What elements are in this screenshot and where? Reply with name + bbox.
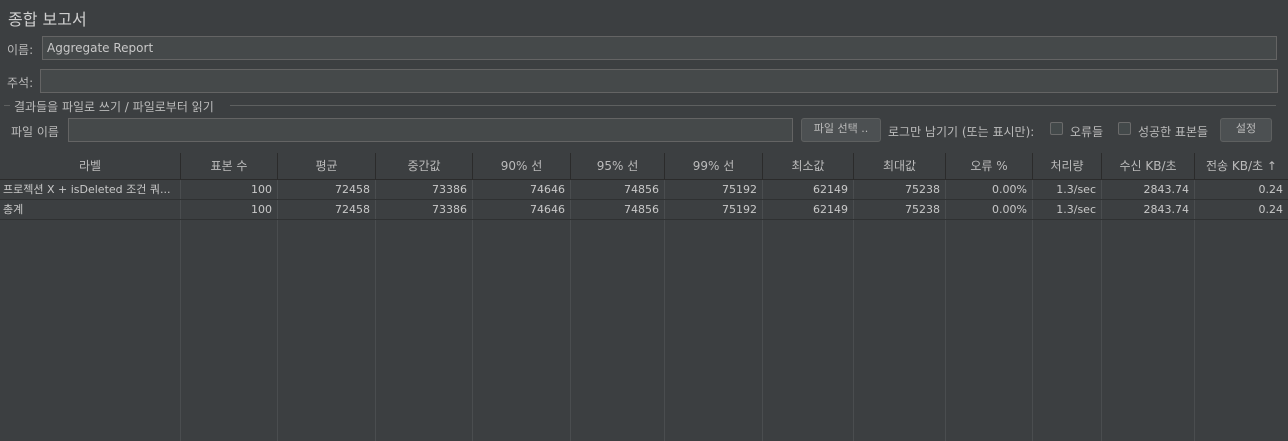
cell-average: 72458 [335, 183, 370, 196]
comment-label: 주석: [7, 76, 34, 90]
file-name-label: 파일 이름 [11, 125, 59, 139]
successes-checkbox[interactable] [1118, 122, 1131, 135]
col-header-99-line[interactable]: 99% 선 [665, 153, 763, 179]
name-label: 이름: [7, 43, 34, 57]
cell-throughput: 1.3/sec [1056, 183, 1096, 196]
cell-99-line: 75192 [722, 183, 757, 196]
cell-95-line: 74856 [624, 203, 659, 216]
col-header-error-pct[interactable]: 오류 % [946, 153, 1033, 179]
cell-label: 총계 [3, 203, 24, 216]
browse-button[interactable]: 파일 선택 .. [801, 118, 881, 142]
aggregate-table: 라벨 표본 수 평균 중간값 90% 선 95% 선 99% 선 최소값 최대값… [0, 153, 1288, 441]
col-header-max[interactable]: 최대값 [854, 153, 946, 179]
col-header-90-line[interactable]: 90% 선 [473, 153, 571, 179]
col-header-received-kb[interactable]: 수신 KB/초 [1102, 153, 1195, 179]
table-row[interactable]: 프로젝션 X + isDeleted 조건 쿼... 100 72458 733… [0, 180, 1288, 200]
table-row-total[interactable]: 총계 100 72458 73386 74646 74856 75192 621… [0, 200, 1288, 220]
cell-90-line: 74646 [530, 183, 565, 196]
name-field[interactable]: Aggregate Report [42, 36, 1277, 60]
col-header-min[interactable]: 최소값 [763, 153, 854, 179]
col-header-sent-kb[interactable]: 전송 KB/초 ↑ [1195, 153, 1288, 179]
col-header-95-line[interactable]: 95% 선 [571, 153, 665, 179]
cell-error-pct: 0.00% [992, 183, 1027, 196]
cell-min: 62149 [813, 183, 848, 196]
cell-min: 62149 [813, 203, 848, 216]
cell-error-pct: 0.00% [992, 203, 1027, 216]
cell-sent-kb: 0.24 [1258, 203, 1284, 216]
cell-samples: 100 [251, 203, 272, 216]
cell-throughput: 1.3/sec [1056, 203, 1096, 216]
table-header: 라벨 표본 수 평균 중간값 90% 선 95% 선 99% 선 최소값 최대값… [0, 153, 1288, 180]
cell-max: 75238 [905, 183, 940, 196]
col-header-samples[interactable]: 표본 수 [181, 153, 278, 179]
col-header-throughput[interactable]: 처리량 [1033, 153, 1102, 179]
cell-received-kb: 2843.74 [1143, 183, 1190, 196]
cell-sent-kb: 0.24 [1258, 183, 1284, 196]
cell-99-line: 75192 [722, 203, 757, 216]
errors-label: 오류들 [1070, 125, 1104, 139]
cell-label: 프로젝션 X + isDeleted 조건 쿼... [3, 183, 171, 196]
cell-received-kb: 2843.74 [1143, 203, 1190, 216]
cell-max: 75238 [905, 203, 940, 216]
cell-median: 73386 [432, 183, 467, 196]
group-border-left [4, 105, 10, 106]
col-header-average[interactable]: 평균 [278, 153, 376, 179]
errors-checkbox[interactable] [1050, 122, 1063, 135]
cell-95-line: 74856 [624, 183, 659, 196]
settings-button[interactable]: 설정 [1220, 118, 1272, 142]
col-header-label[interactable]: 라벨 [0, 153, 181, 179]
log-only-label: 로그만 남기기 (또는 표시만): [888, 125, 1035, 139]
cell-samples: 100 [251, 183, 272, 196]
panel-title: 종합 보고서 [8, 10, 87, 29]
table-body: 프로젝션 X + isDeleted 조건 쿼... 100 72458 733… [0, 180, 1288, 441]
comment-field[interactable] [40, 69, 1278, 93]
successes-label: 성공한 표본들 [1138, 125, 1209, 139]
file-name-field[interactable] [68, 118, 793, 142]
file-group-legend: 결과들을 파일로 쓰기 / 파일로부터 읽기 [14, 100, 214, 114]
cell-median: 73386 [432, 203, 467, 216]
col-header-median[interactable]: 중간값 [376, 153, 473, 179]
cell-average: 72458 [335, 203, 370, 216]
cell-90-line: 74646 [530, 203, 565, 216]
group-border-right [230, 105, 1276, 106]
